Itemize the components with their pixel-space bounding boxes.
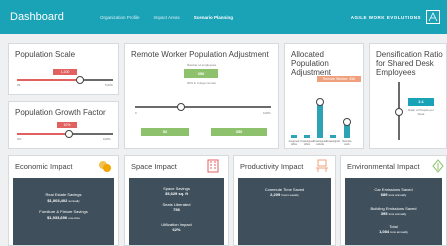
- brand-logo-icon: [426, 10, 440, 24]
- economic-value1: $1,003,402 annually: [47, 198, 80, 203]
- population-scale-max: 5,000: [105, 83, 113, 87]
- leaf-icon: [431, 159, 445, 173]
- remote-worker-remote-box: 356: [211, 128, 267, 136]
- allocated-label-unassigned-office: Unassigned office: [300, 140, 314, 146]
- remote-worker-max: 100%: [263, 111, 271, 115]
- space-impact-title: Space Impact: [131, 162, 177, 171]
- population-scale-title: Population Scale: [15, 50, 76, 59]
- allocated-bar-unassigned-cubicle: [317, 101, 323, 138]
- economic-line1: Real Estate Savings: [45, 192, 82, 197]
- growth-factor-title: Population Growth Factor: [15, 108, 106, 117]
- productivity-impact-panel: Commute Time Saved 2,209 hours weekly: [238, 178, 331, 245]
- allocated-handle-2[interactable]: [343, 118, 351, 126]
- remote-worker-title: Remote Worker Population Adjustment: [131, 50, 269, 59]
- economic-impact-card: Economic Impact Real Estate Savings $1,0…: [8, 155, 119, 246]
- densification-value: 1:1: [408, 98, 434, 106]
- nav-tabs: Organization Profile Impact Areas Scenar…: [100, 15, 247, 20]
- environmental-value1: 689 tons annually: [380, 192, 407, 197]
- allocated-label-remote-work: Remote work: [342, 140, 352, 146]
- economic-line2: Furniture & Fixture Savings: [39, 209, 88, 214]
- page-title: Dashboard: [10, 11, 64, 23]
- remote-worker-value: 356: [184, 69, 218, 78]
- allocated-label-unassigned: Unassigned: [326, 140, 340, 143]
- remote-worker-note-mid: 30% in 3 days remote: [186, 81, 216, 85]
- densification-handle[interactable]: [395, 108, 403, 116]
- allocated-pill: Remote Worker: 356: [317, 76, 361, 82]
- allocated-bar-unassigned-office: [304, 135, 310, 138]
- allocated-label-unassigned-cubicle: Unassigned cubicle: [313, 140, 327, 146]
- space-value1: 35,629 sq. ft: [165, 191, 188, 196]
- population-scale-value: 1,200: [53, 69, 77, 75]
- environmental-impact-title: Environmental Impact: [347, 162, 420, 171]
- growth-factor-handle[interactable]: [65, 130, 73, 138]
- remote-worker-handle[interactable]: [177, 103, 185, 111]
- growth-factor-card: Population Growth Factor 10% 0% 100%: [8, 101, 119, 149]
- allocated-label-assigned-office: Assigned office: [288, 140, 300, 146]
- productivity-value1: 2,209 hours weekly: [270, 192, 299, 197]
- allocated-bar-assigned-office: [291, 135, 297, 138]
- population-scale-min: 25: [17, 83, 21, 87]
- environmental-value3: 1,084 tons annually: [379, 229, 408, 234]
- productivity-impact-card: Productivity Impact Commute Time Saved 2…: [233, 155, 336, 246]
- tab-organization-profile[interactable]: Organization Profile: [100, 15, 140, 20]
- space-impact-panel: Space Savings 35,629 sq. ft Seats Libera…: [129, 178, 224, 245]
- densification-card: Densification Ratio for Shared Desk Empl…: [369, 43, 447, 149]
- allocated-bar-unassigned: [330, 135, 336, 138]
- remote-worker-min: 0: [135, 111, 137, 115]
- environmental-value2: 395 tons annually: [380, 211, 407, 216]
- growth-factor-value: 10%: [57, 122, 77, 128]
- growth-factor-fill: [17, 133, 69, 135]
- growth-factor-min: 0%: [17, 137, 22, 141]
- coins-icon: [98, 159, 112, 173]
- economic-impact-panel: Real Estate Savings $1,003,402 annually …: [13, 178, 114, 245]
- densification-note: Ratio of People per Desk: [408, 108, 434, 116]
- environmental-impact-panel: Car Emissions Saved 689 tons annually Bu…: [345, 178, 442, 245]
- environmental-impact-card: Environmental Impact Car Emissions Saved…: [340, 155, 447, 246]
- allocated-handle-1[interactable]: [316, 98, 324, 106]
- remote-worker-note-top: Number of employees: [186, 63, 217, 67]
- productivity-impact-title: Productivity Impact: [240, 162, 304, 171]
- brand-name: AGILE WORK EVOLUTIONS: [350, 15, 421, 20]
- tab-scenario-planning[interactable]: Scenario Planning: [194, 15, 233, 20]
- tab-impact-areas[interactable]: Impact Areas: [154, 15, 180, 20]
- remote-worker-slider[interactable]: [135, 106, 271, 108]
- economic-impact-title: Economic Impact: [15, 162, 73, 171]
- allocated-title: Allocated Population Adjustment: [291, 50, 332, 77]
- space-impact-card: Space Impact Space Savings 35,629 sq. ft…: [124, 155, 229, 246]
- population-scale-card: Population Scale 1,200 25 5,000: [8, 43, 119, 95]
- space-value3: 62%: [172, 227, 181, 232]
- space-value2: 756: [173, 207, 180, 212]
- growth-factor-max: 100%: [103, 137, 111, 141]
- remote-worker-onsite-box: 52: [141, 128, 189, 136]
- remote-worker-card: Remote Worker Population Adjustment Numb…: [124, 43, 279, 149]
- desk-icon: [315, 159, 329, 173]
- densification-title: Densification Ratio for Shared Desk Empl…: [376, 50, 443, 77]
- allocated-card: Allocated Population Adjustment Remote W…: [284, 43, 364, 149]
- top-bar: Dashboard Organization Profile Impact Ar…: [0, 0, 447, 34]
- economic-value2: $1,933,696 one-time: [47, 215, 80, 220]
- building-icon: [206, 159, 220, 173]
- population-scale-fill: [17, 79, 80, 81]
- population-scale-handle[interactable]: [76, 76, 84, 84]
